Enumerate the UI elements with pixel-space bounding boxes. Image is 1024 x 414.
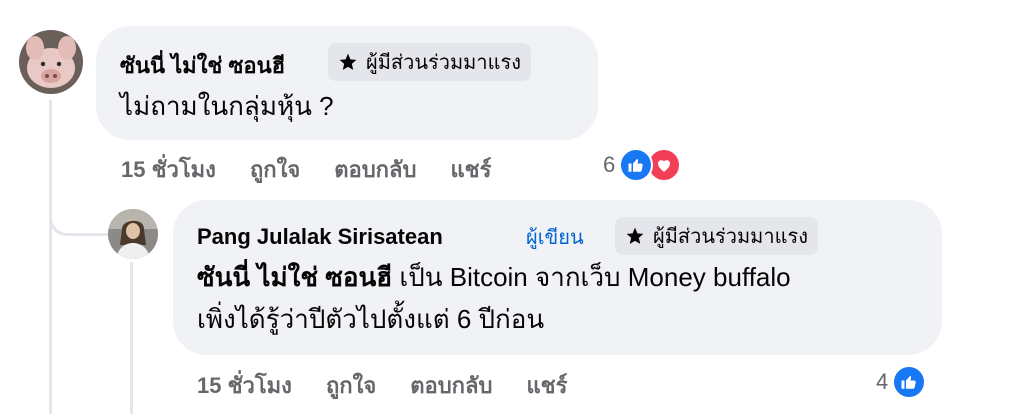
comment-author[interactable]: ซันนี่ ไม่ใช่ ซอนฮี <box>120 48 285 83</box>
comment-text: ไม่ถามในกลุ่มหุ้น ? <box>120 91 334 121</box>
reaction-summary[interactable]: 4 <box>876 365 927 399</box>
like-reaction-icon <box>892 365 927 399</box>
reply-text-line2: เพิ่งได้รู้ว่าปีตัวไปตั้งแต่ 6 ปีก่อน <box>197 304 545 334</box>
reply-author[interactable]: Pang Julalak Sirisatean <box>197 224 443 250</box>
person-avatar-icon <box>108 209 158 259</box>
reaction-count: 4 <box>876 369 889 394</box>
comment-actions: 15 ชั่วโมง ถูกใจ ตอบกลับ แชร์ <box>121 152 491 187</box>
reply-button[interactable]: ตอบกลับ <box>410 368 492 403</box>
like-button[interactable]: ถูกใจ <box>326 368 376 403</box>
reaction-count: 6 <box>603 152 616 177</box>
pig-avatar-icon <box>19 30 83 94</box>
reply-text: ซันนี่ ไม่ใช่ ซอนฮี เป็น Bitcoin จากเว็บ… <box>197 256 791 340</box>
avatar[interactable] <box>108 209 158 259</box>
top-contributor-badge[interactable]: ผู้มีส่วนร่วมมาแรง <box>615 217 818 255</box>
like-reaction-icon <box>619 148 654 182</box>
top-contributor-badge[interactable]: ผู้มีส่วนร่วมมาแรง <box>328 43 531 81</box>
thread-line-curve <box>49 190 111 236</box>
avatar[interactable] <box>19 30 83 94</box>
share-button[interactable]: แชร์ <box>450 152 491 187</box>
share-button[interactable]: แชร์ <box>526 368 567 403</box>
reply-button[interactable]: ตอบกลับ <box>334 152 416 187</box>
reaction-summary[interactable]: 6 <box>603 148 682 182</box>
reply-text-line1: เป็น Bitcoin จากเว็บ Money buffalo <box>392 262 791 292</box>
reply-timestamp[interactable]: 15 ชั่วโมง <box>197 368 292 403</box>
thread-line-reply <box>130 262 133 414</box>
star-icon <box>339 53 357 70</box>
reply-actions: 15 ชั่วโมง ถูกใจ ตอบกลับ แชร์ <box>197 368 567 403</box>
badge-label: ผู้มีส่วนร่วมมาแรง <box>653 226 808 248</box>
badge-label: ผู้มีส่วนร่วมมาแรง <box>366 52 521 74</box>
author-badge: ผู้เขียน <box>526 227 584 249</box>
comment-timestamp[interactable]: 15 ชั่วโมง <box>121 152 216 187</box>
star-icon <box>626 227 644 244</box>
like-button[interactable]: ถูกใจ <box>250 152 300 187</box>
mention-link[interactable]: ซันนี่ ไม่ใช่ ซอนฮี <box>197 262 392 292</box>
